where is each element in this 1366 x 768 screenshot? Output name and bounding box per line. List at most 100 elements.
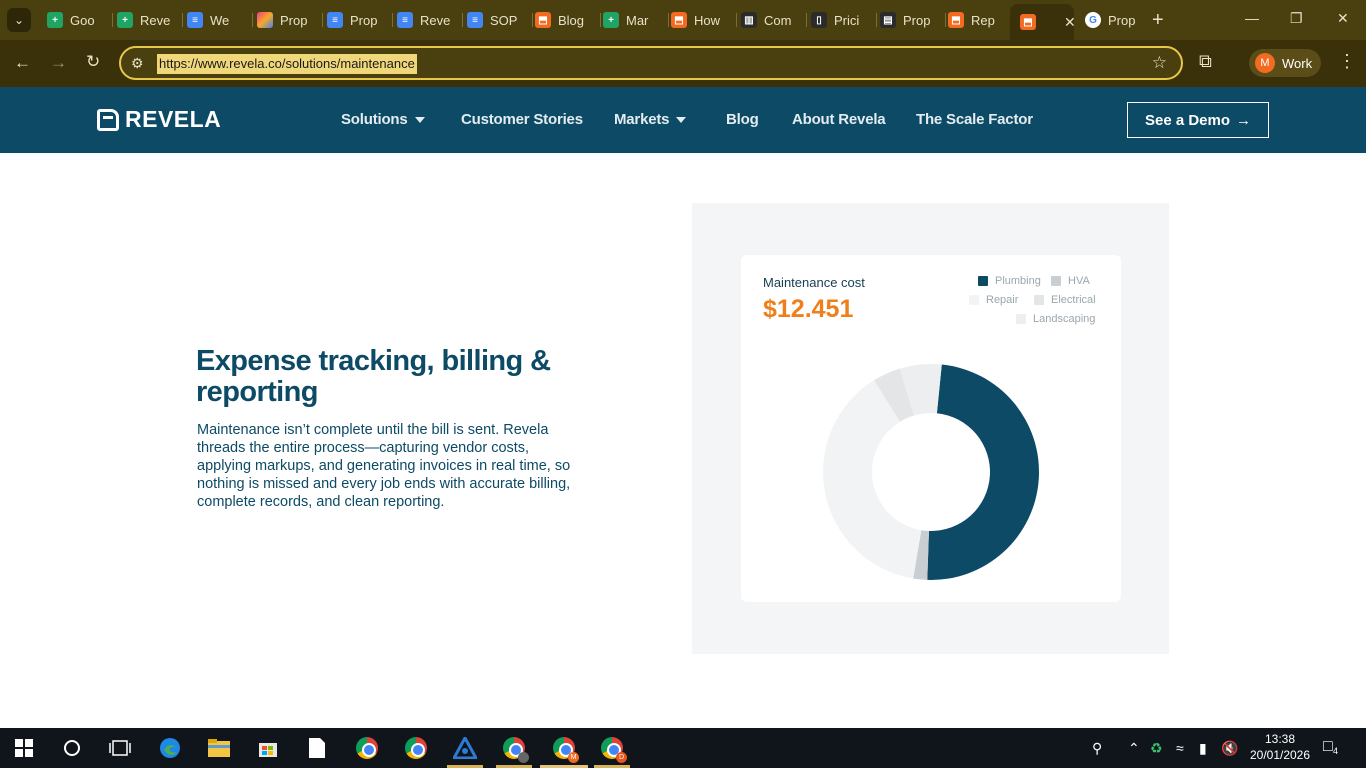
chrome-profile-icon[interactable] [502, 736, 529, 763]
app-triangle-icon[interactable] [453, 736, 477, 760]
sheets-icon: + [603, 12, 619, 28]
site-settings-icon[interactable]: ⚙ [131, 55, 144, 72]
legend-label: Landscaping [1033, 313, 1096, 325]
chevron-down-icon [676, 117, 687, 124]
nav-markets[interactable]: Markets [614, 111, 687, 128]
task-view-icon[interactable] [108, 736, 132, 760]
wifi-icon[interactable]: ≈ [1176, 740, 1184, 756]
tab-separator [252, 13, 253, 27]
chrome-icon[interactable] [404, 736, 428, 760]
browser-tab[interactable]: ▯ Prici [811, 6, 877, 34]
close-tab-icon[interactable]: ✕ [1064, 14, 1074, 31]
tab-search-button[interactable]: ⌄ [7, 8, 31, 32]
volume-muted-icon[interactable]: 🔇 [1221, 740, 1238, 757]
nav-solutions[interactable]: Solutions [341, 111, 425, 128]
tab-label: Prop [280, 12, 308, 28]
tab-label: Com [764, 12, 792, 28]
browser-tab[interactable]: ⬒ Blog [535, 6, 601, 34]
revela-logo[interactable]: REVELA [97, 106, 221, 133]
recycle-icon[interactable]: ♻ [1150, 740, 1163, 757]
section-heading: Expense tracking, billing & reporting [196, 345, 551, 408]
browser-tab[interactable]: ▥ Com [741, 6, 807, 34]
url-text[interactable]: https://www.revela.co/solutions/maintena… [157, 54, 417, 74]
see-a-demo-button[interactable]: See a Demo → [1127, 102, 1269, 138]
browser-tab[interactable]: ≡ SOP [467, 6, 533, 34]
tab-label: Blog [558, 12, 585, 28]
nav-the-scale-factor[interactable]: The Scale Factor [916, 111, 1033, 128]
restore-button[interactable]: ❐ [1290, 10, 1303, 27]
tab-separator [876, 13, 877, 27]
browser-tab[interactable]: G Prop [1085, 6, 1151, 34]
reload-icon[interactable]: ↻ [86, 52, 100, 72]
browser-menu-icon[interactable]: ⋮ [1338, 51, 1356, 72]
legend-plumbing: Plumbing [978, 275, 1041, 287]
close-window-button[interactable]: ✕ [1337, 10, 1349, 27]
legend-label: Repair [986, 294, 1019, 306]
browser-tab[interactable]: ▤ Prop [880, 6, 946, 34]
sheets-icon: + [117, 12, 133, 28]
tab-label: Rep [971, 12, 995, 28]
card-value: $12.451 [763, 295, 854, 323]
address-bar[interactable]: ⚙ https://www.revela.co/solutions/mainte… [119, 46, 1183, 80]
tab-separator [668, 13, 669, 27]
tab-label: Prop [1108, 12, 1136, 28]
forward-icon[interactable]: → [50, 53, 67, 73]
browser-tab[interactable]: + Goo [47, 6, 113, 34]
browser-tab[interactable]: ⬒ Rep [948, 6, 1014, 34]
browser-tab[interactable]: ⬒ ✕ [1010, 4, 1074, 40]
tab-separator [600, 13, 601, 27]
butterfly-icon [257, 12, 273, 28]
tab-separator [392, 13, 393, 27]
revela-icon: ⬒ [948, 12, 964, 28]
browser-tab[interactable]: + Reve [117, 6, 183, 34]
windows-start-icon[interactable] [12, 736, 36, 760]
legend-swatch [1034, 295, 1044, 305]
minimize-button[interactable]: — [1245, 10, 1259, 26]
microsoft-store-icon[interactable] [256, 736, 280, 760]
tab-separator [806, 13, 807, 27]
building-icon: ▥ [741, 12, 757, 28]
extensions-icon[interactable]: ⧉ [1199, 51, 1212, 72]
clock-date: 20/01/2026 [1249, 748, 1311, 762]
chrome-profile-icon[interactable]: D [600, 736, 627, 763]
browser-tab[interactable]: Prop [257, 6, 323, 34]
tab-separator [462, 13, 463, 27]
nav-blog[interactable]: Blog [726, 111, 759, 128]
legend-swatch [978, 276, 988, 286]
people-icon[interactable]: ⚲ [1092, 740, 1102, 757]
legend-swatch [1016, 314, 1026, 324]
tab-label: Prop [903, 12, 931, 28]
profile-button[interactable]: M Work [1249, 49, 1321, 77]
nav-customer-stories[interactable]: Customer Stories [461, 111, 583, 128]
chevron-up-icon[interactable]: ⌃ [1128, 740, 1140, 757]
notification-center-icon[interactable]: □ 4 [1323, 738, 1338, 756]
notepad-icon[interactable] [305, 736, 329, 760]
chrome-work-profile-icon[interactable]: M [552, 736, 579, 763]
search-icon[interactable] [60, 736, 84, 760]
profile-badge [518, 752, 529, 763]
battery-icon[interactable]: ▮ [1199, 740, 1207, 757]
notification-count: 4 [1333, 746, 1339, 756]
browser-tab[interactable]: ⬒ How [671, 6, 737, 34]
arrow-right-icon: → [1236, 111, 1252, 129]
nav-label: Customer Stories [461, 111, 583, 128]
browser-tab[interactable]: + Mar [603, 6, 669, 34]
file-explorer-icon[interactable] [207, 736, 231, 760]
maintenance-donut-chart [823, 364, 1039, 580]
revela-icon: ⬒ [671, 12, 687, 28]
tab-label: Mar [626, 12, 649, 28]
tab-separator [112, 13, 113, 27]
chrome-icon[interactable] [355, 736, 379, 760]
back-icon[interactable]: ← [14, 53, 31, 73]
browser-tab[interactable]: ≡ Prop [327, 6, 393, 34]
system-clock[interactable]: 13:38 20/01/2026 [1244, 731, 1316, 763]
edge-browser-icon[interactable] [158, 736, 182, 760]
nav-about-revela[interactable]: About Revela [792, 111, 886, 128]
browser-tab[interactable]: ≡ We [187, 6, 253, 34]
chrome-logo-icon [356, 737, 378, 759]
browser-tab[interactable]: ≡ Reve [397, 6, 463, 34]
new-tab-button[interactable]: + [1152, 10, 1164, 30]
nav-label: The Scale Factor [916, 111, 1033, 128]
nav-label: Blog [726, 111, 759, 128]
bookmark-star-icon[interactable]: ☆ [1152, 53, 1167, 73]
